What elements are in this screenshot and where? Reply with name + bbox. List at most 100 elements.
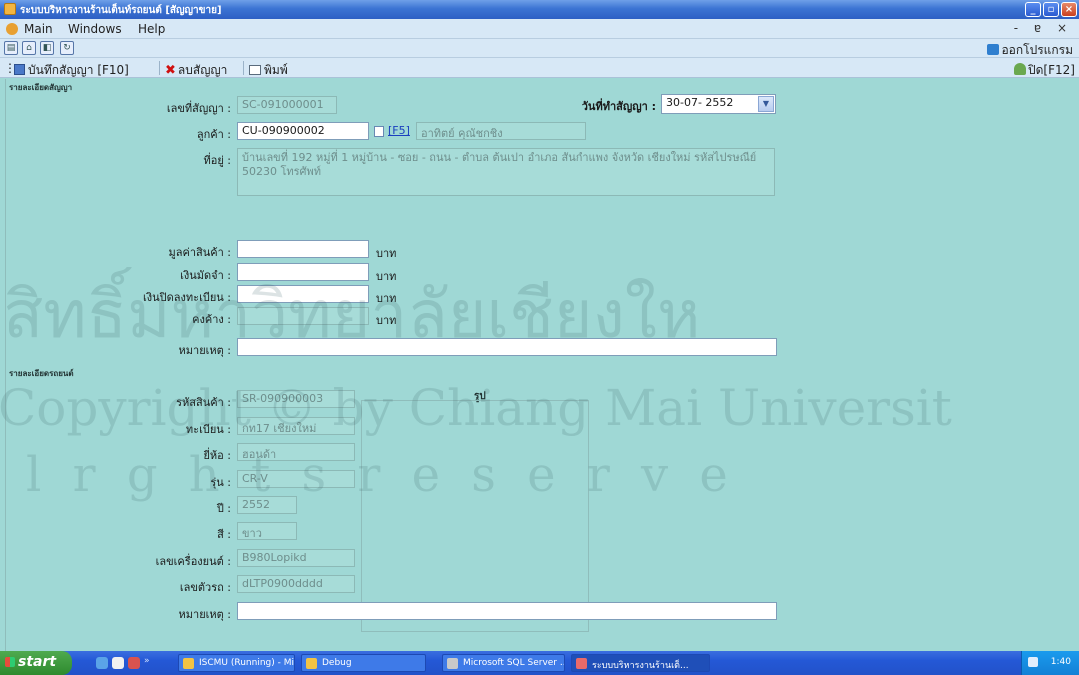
contract-date-label: วันที่ทำสัญญา :: [581, 100, 656, 113]
task-icon: [447, 658, 458, 669]
form-toolbar: ⋮ บันทึกสัญญา [F10] ✖ ลบสัญญา พิมพ์ ปิด[F…: [0, 58, 1079, 78]
delete-contract-button[interactable]: ✖ ลบสัญญา: [165, 61, 227, 80]
contract-no-label: เลขที่สัญญา :: [166, 102, 231, 115]
menu-windows[interactable]: Windows: [68, 22, 122, 36]
home-icon[interactable]: ⌂: [22, 41, 36, 55]
deposit-field[interactable]: [237, 263, 369, 281]
task-label: Debug: [322, 658, 352, 668]
menu-main[interactable]: Main: [24, 22, 53, 36]
brand-label: ยี่ห้อ :: [203, 449, 231, 462]
customer-code-field[interactable]: CU-090900002: [237, 122, 369, 140]
close-form-icon: [1014, 63, 1026, 75]
mdi-controls[interactable]: - ɐ ×: [1014, 21, 1073, 35]
folder-icon: [306, 658, 317, 669]
close-form-label: ปิด[F12]: [1028, 63, 1075, 77]
address-textarea[interactable]: บ้านเลขที่ 192 หมู่ที่ 1 หมู่บ้าน - ซอย …: [237, 148, 775, 196]
address-label: ที่อยู่ :: [203, 154, 231, 167]
speaker-icon[interactable]: [1028, 657, 1038, 667]
exit-label: ออกโปรแกรม: [1001, 43, 1073, 57]
toolbar-divider: [159, 61, 160, 75]
window-title: ระบบบริหารงานร้านเต็นท์รถยนต์ [สัญญาขาย]: [20, 5, 222, 16]
price-label: มูลค่าสินค้า :: [168, 246, 232, 259]
vehicle-photo: [361, 400, 589, 632]
menu-help[interactable]: Help: [138, 22, 165, 36]
media-icon[interactable]: [112, 657, 124, 669]
customer-name-field[interactable]: อาทิตย์ คุณัชกชิง: [416, 122, 586, 140]
task-icon: [576, 658, 587, 669]
toolbar-divider: [243, 61, 244, 75]
product-code-label: รหัสสินค้า :: [176, 396, 231, 409]
task-debug[interactable]: Debug: [301, 654, 426, 672]
refresh-icon[interactable]: ↻: [60, 41, 74, 55]
task-label: ระบบบริหารงานร้านเต็...: [592, 661, 689, 671]
balance-label: คงค้าง :: [192, 313, 231, 326]
title-bar: ระบบบริหารงานร้านเต็นท์รถยนต์ [สัญญาขาย]…: [0, 0, 1079, 19]
main-toolbar: ▤ ⌂ ◧ ↻ ออกโปรแกรม: [0, 39, 1079, 58]
app-icon: [4, 3, 16, 15]
form-icon[interactable]: ▤: [4, 41, 18, 55]
minimize-button[interactable]: _: [1025, 2, 1041, 17]
model-field[interactable]: CR-V: [237, 470, 355, 488]
vehicle-section-title: รายละเอียดรถยนต์: [9, 369, 74, 378]
product-code-field[interactable]: SR-090900003: [237, 390, 355, 408]
contract-note-field[interactable]: [237, 338, 777, 356]
contract-date-picker[interactable]: 30-07- 2552 ▼: [661, 94, 776, 114]
transfer-fee-field[interactable]: [237, 285, 369, 303]
chart-icon[interactable]: ◧: [40, 41, 54, 55]
price-field[interactable]: [237, 240, 369, 258]
delete-icon: ✖: [165, 63, 176, 78]
close-form-button[interactable]: ปิด[F12]: [1014, 61, 1075, 80]
windows-logo-icon: [5, 657, 15, 667]
contract-no-field[interactable]: SC-091000001: [237, 96, 337, 114]
balance-field[interactable]: [237, 307, 369, 325]
task-iscmu[interactable]: ISCMU (Running) - Mi...: [178, 654, 295, 672]
transfer-fee-unit: บาท: [376, 292, 397, 305]
chevron-down-icon[interactable]: ▼: [758, 96, 774, 112]
delete-label: ลบสัญญา: [177, 63, 228, 77]
app-quicklaunch-icon[interactable]: [128, 657, 140, 669]
save-contract-button[interactable]: บันทึกสัญญา [F10]: [14, 61, 129, 80]
balance-unit: บาท: [376, 314, 397, 327]
print-label: พิมพ์: [264, 63, 288, 77]
contract-date-value: 30-07- 2552: [666, 96, 734, 109]
color-label: สี :: [217, 528, 231, 541]
system-tray: 1:40: [1021, 651, 1079, 675]
deposit-label: เงินมัดจำ :: [180, 269, 231, 282]
engine-no-field[interactable]: B980Lopikd: [237, 549, 355, 567]
deposit-unit: บาท: [376, 270, 397, 283]
task-label: Microsoft SQL Server ...: [463, 658, 565, 668]
plate-field[interactable]: กท17 เชียงใหม่: [237, 417, 355, 435]
price-unit: บาท: [376, 247, 397, 260]
vehicle-note-field[interactable]: [237, 602, 777, 620]
taskbar: start » ISCMU (Running) - Mi... Debug Mi…: [0, 651, 1079, 675]
vehicle-note-label: หมายเหตุ :: [178, 608, 231, 621]
chassis-no-label: เลขตัวรถ :: [179, 581, 231, 594]
transfer-fee-label: เงินปิดลงทะเบียน :: [143, 291, 231, 304]
chassis-no-field[interactable]: dLTP0900dddd: [237, 575, 355, 593]
print-icon: [249, 65, 261, 75]
year-field[interactable]: 2552: [237, 496, 297, 514]
customer-lookup-link[interactable]: [F5]: [388, 124, 410, 137]
year-label: ปี :: [216, 502, 231, 515]
brand-field[interactable]: ฮอนด้า: [237, 443, 355, 461]
close-window-button[interactable]: ×: [1061, 2, 1077, 17]
task-sql-server[interactable]: Microsoft SQL Server ...: [442, 654, 565, 672]
customer-label: ลูกค้า :: [196, 128, 231, 141]
start-button[interactable]: start: [0, 651, 72, 675]
plate-label: ทะเบียน :: [185, 423, 231, 436]
task-label: ISCMU (Running) - Mi...: [199, 658, 295, 668]
customer-search-icon[interactable]: [374, 126, 384, 140]
color-field[interactable]: ขาว: [237, 522, 297, 540]
clock[interactable]: 1:40: [1051, 657, 1071, 667]
task-car-system[interactable]: ระบบบริหารงานร้านเต็...: [571, 654, 710, 672]
print-button[interactable]: พิมพ์: [249, 61, 288, 80]
task-icon: [183, 658, 194, 669]
menu-bar: Main Windows Help - ɐ ×: [0, 19, 1079, 39]
quicklaunch-more-icon[interactable]: »: [144, 656, 150, 666]
exit-icon: [987, 44, 1000, 55]
contract-note-label: หมายเหตุ :: [178, 344, 231, 357]
maximize-button[interactable]: ▫: [1043, 2, 1059, 17]
contract-form: รายละเอียดสัญญา เลขที่สัญญา : SC-0910000…: [0, 79, 1075, 651]
browser-icon[interactable]: [96, 657, 108, 669]
save-label: บันทึกสัญญา [F10]: [28, 63, 129, 77]
